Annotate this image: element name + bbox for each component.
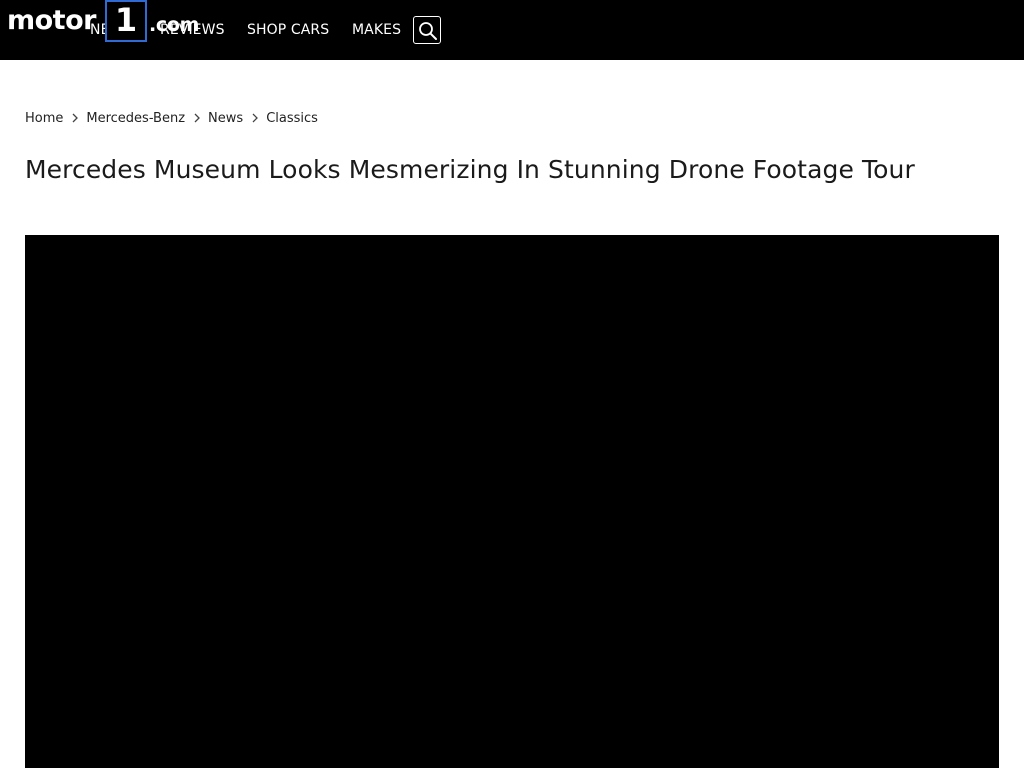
chevron-right-icon [185,111,208,126]
logo-numeral: 1 [114,1,138,39]
breadcrumb-item-news[interactable]: News [208,111,243,126]
search-icon [419,22,437,40]
site-logo[interactable]: motor 1 .com [6,0,200,44]
logo-wordmark: motor [7,5,96,36]
top-navigation-bar: NEWS REVIEWS SHOP CARS MAKES motor 1 .co… [0,0,1024,60]
nav-item-makes[interactable]: MAKES [352,21,401,39]
article-title: Mercedes Museum Looks Mesmerizing In Stu… [25,155,915,184]
search-button[interactable] [413,16,441,44]
breadcrumb-item-mercedes-benz[interactable]: Mercedes-Benz [86,111,185,126]
video-player[interactable] [25,235,999,768]
breadcrumb-item-classics[interactable]: Classics [266,111,318,126]
nav-item-shop-cars[interactable]: SHOP CARS [247,21,329,39]
chevron-right-icon [243,111,266,126]
breadcrumb: Home Mercedes-Benz News Classics [25,108,318,128]
logo-domain-suffix: .com [149,14,200,36]
logo-numeral-box: 1 [105,0,147,42]
breadcrumb-item-home[interactable]: Home [25,111,63,126]
chevron-right-icon [63,111,86,126]
